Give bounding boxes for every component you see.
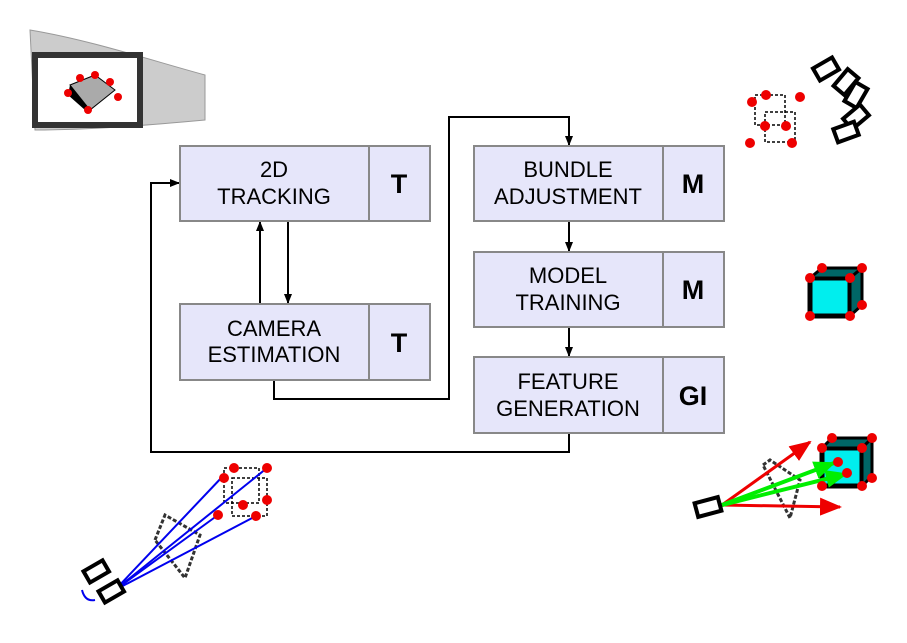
box-tag: T: [391, 169, 408, 199]
cube-model-icon: [805, 263, 867, 321]
box-bundle-adjustment: BUNDLE ADJUSTMENT M: [473, 145, 725, 222]
box-label: 2D: [260, 157, 288, 182]
box-tag: T: [391, 328, 408, 358]
box-feature-generation: FEATURE GENERATION GI: [473, 356, 725, 434]
box-label: TRAINING: [515, 290, 620, 315]
film-strip-icon: [29, 29, 206, 131]
box-tag: M: [682, 275, 705, 305]
box-label: MODEL: [529, 263, 607, 288]
camera-projection-icon: [80, 463, 272, 606]
pipeline-diagram: 2D TRACKING T CAMERA ESTIMATION T BUNDLE…: [29, 29, 877, 606]
box-tag: M: [682, 169, 705, 199]
box-camera-estimation: CAMERA ESTIMATION T: [179, 303, 431, 381]
feature-rays-icon: [692, 433, 877, 523]
box-model-training: MODEL TRAINING M: [473, 251, 725, 328]
box-label: CAMERA: [227, 316, 321, 341]
camera-path-icon: [745, 54, 872, 148]
box-tag: GI: [679, 381, 708, 411]
box-label: BUNDLE: [523, 157, 612, 182]
box-label: FEATURE: [517, 369, 618, 394]
box-label: ADJUSTMENT: [494, 184, 642, 209]
box-label: ESTIMATION: [208, 342, 341, 367]
box-label: GENERATION: [496, 396, 640, 421]
box-label: TRACKING: [217, 184, 331, 209]
box-2d-tracking: 2D TRACKING T: [179, 145, 431, 222]
